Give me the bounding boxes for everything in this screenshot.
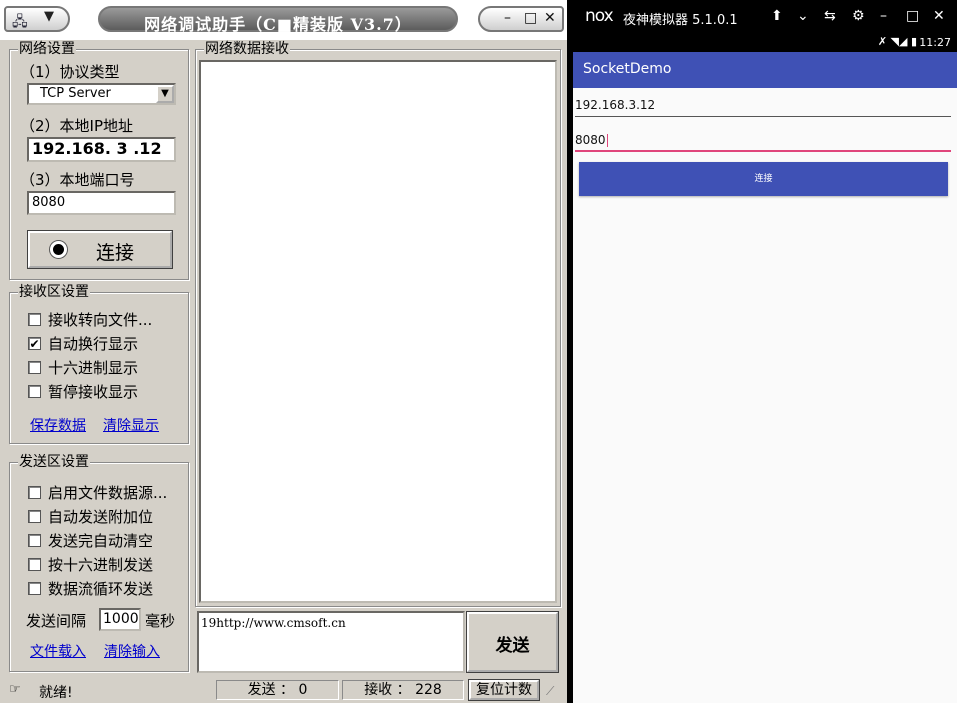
dropdown-arrow-icon[interactable]: ▼ (156, 85, 174, 103)
network-debug-window: 🖧 ▼ 网络调试助手（C■精装版 V3.7） – □ ✕ 网络设置 （1）协议类… (0, 0, 567, 703)
clock: 11:27 (919, 36, 951, 49)
checkbox-file-source[interactable]: 启用文件数据源... (28, 482, 167, 502)
protocol-select[interactable]: TCP Server ▼ (27, 83, 176, 105)
checkbox-box[interactable] (28, 360, 41, 374)
system-menu-button[interactable]: 🖧 ▼ (4, 6, 70, 32)
protocol-value: TCP Server (40, 86, 111, 101)
group-title: 接收区设置 (18, 284, 90, 300)
clear-display-link[interactable]: 清除显示 (103, 415, 159, 435)
checkbox-auto-clear[interactable]: 发送完自动清空 (28, 530, 153, 550)
port-value: 8080 (575, 133, 606, 147)
clear-input-link[interactable]: 清除输入 (104, 641, 160, 661)
connect-label: 连接 (96, 242, 135, 264)
send-interval-field[interactable]: 1000 (99, 608, 141, 631)
app-name: SocketDemo (583, 61, 672, 77)
sync-icon[interactable]: ⇆ (824, 8, 836, 24)
title-bar: 🖧 ▼ 网络调试助手（C■精装版 V3.7） – □ ✕ (0, 0, 567, 40)
send-text-area[interactable]: 19http://www.cmsoft.cn (197, 611, 465, 673)
connect-button[interactable]: 连接 (579, 162, 948, 196)
load-file-link[interactable]: 文件载入 (30, 641, 86, 661)
checkbox-loop-send[interactable]: 数据流循环发送 (28, 578, 153, 598)
checkbox-hex-send[interactable]: 按十六进制发送 (28, 554, 153, 574)
ready-icon: ☞ (9, 682, 21, 697)
checkbox-label: 启用文件数据源... (48, 483, 168, 502)
interval-unit-label: 毫秒 (145, 612, 176, 630)
nox-logo: nox (585, 6, 614, 26)
group-title: 网络数据接收 (204, 41, 290, 57)
checkbox-box[interactable] (28, 533, 41, 547)
nox-title-bar: nox 夜神模拟器 5.1.0.1 ⬆ ⌄ ⇆ ⚙ – □ ✕ (573, 0, 957, 34)
checkbox-box[interactable] (28, 312, 41, 326)
nox-title: 夜神模拟器 5.1.0.1 (623, 13, 738, 28)
app-bar: SocketDemo (573, 52, 957, 88)
close-icon[interactable]: ✕ (933, 8, 945, 24)
send-button[interactable]: 发送 (466, 611, 559, 673)
status-dot-icon (50, 241, 67, 258)
protocol-label: （1）协议类型 (20, 63, 120, 81)
checkbox-auto-wrap[interactable]: ✔ 自动换行显示 (28, 333, 138, 353)
send-label: 发送 (495, 636, 530, 656)
ip-address-field[interactable]: 192.168. 3 .12 (27, 137, 176, 162)
ip-label: （2）本地IP地址 (20, 117, 134, 135)
ip-value: 192.168.3.12 (575, 98, 656, 112)
pin-icon[interactable]: ⬆ (771, 8, 783, 24)
group-title: 发送区设置 (18, 454, 90, 470)
checkbox-label: 发送完自动清空 (48, 531, 154, 550)
receive-text-area[interactable] (199, 60, 557, 603)
checkbox-box[interactable] (28, 485, 41, 499)
android-status-bar: ✗ ◥◢ ▮ 11:27 (573, 34, 957, 52)
reset-count-button[interactable]: 复位计数 (468, 679, 540, 701)
chevron-down-icon: ▼ (44, 9, 54, 24)
send-interval-label: 发送间隔 (26, 612, 87, 630)
nox-emulator-window: nox 夜神模拟器 5.1.0.1 ⬆ ⌄ ⇆ ⚙ – □ ✕ ✗ ◥◢ ▮ 1… (573, 0, 957, 703)
minimize-icon[interactable]: – (504, 10, 511, 26)
checkbox-receive-to-file[interactable]: 接收转向文件... (28, 309, 152, 329)
checkbox-label: 按十六进制发送 (48, 555, 154, 574)
checkbox-label: 自动发送附加位 (48, 507, 154, 526)
maximize-icon[interactable]: □ (524, 10, 537, 26)
app-icon: 🖧 (12, 14, 28, 30)
received-count: 接收 ： 228 (342, 680, 464, 700)
checkbox-label: 十六进制显示 (48, 358, 139, 377)
group-title: 网络设置 (18, 41, 76, 57)
port-edit-text[interactable]: 8080 (575, 126, 951, 152)
checkbox-box[interactable] (28, 384, 41, 398)
checkbox-box[interactable] (28, 509, 41, 523)
checkbox-auto-append[interactable]: 自动发送附加位 (28, 506, 153, 526)
gear-icon[interactable]: ⚙ (852, 8, 865, 24)
ip-edit-text[interactable]: 192.168.3.12 (575, 91, 951, 117)
checkbox-label: 自动换行显示 (48, 334, 139, 353)
status-bar: ☞ 就绪! 发送 ： 0 接收 ： 228 复位计数 ⟋ (0, 676, 567, 703)
minimize-icon[interactable]: – (880, 8, 887, 24)
sent-count: 发送 ： 0 (216, 680, 339, 700)
maximize-icon[interactable]: □ (906, 8, 919, 24)
checkbox-label: 接收转向文件... (48, 310, 153, 329)
port-label: （3）本地端口号 (20, 171, 135, 189)
connect-button[interactable]: 连接 (27, 230, 173, 269)
title-capsule: 网络调试助手（C■精装版 V3.7） (98, 6, 458, 34)
window-title: 网络调试助手（C■精装版 V3.7） (144, 15, 412, 34)
window-controls: – □ ✕ (478, 6, 564, 32)
status-ready: 就绪! (39, 685, 73, 701)
checkbox-label: 暂停接收显示 (48, 382, 139, 401)
checkbox-box[interactable] (28, 557, 41, 571)
chevron-down-icon[interactable]: ⌄ (797, 8, 809, 24)
checkbox-label: 数据流循环发送 (48, 579, 154, 598)
save-data-link[interactable]: 保存数据 (30, 415, 86, 435)
checkbox-box[interactable] (28, 581, 41, 595)
close-icon[interactable]: ✕ (544, 10, 556, 26)
checkbox-pause-receive[interactable]: 暂停接收显示 (28, 381, 138, 401)
port-field[interactable]: 8080 (27, 191, 176, 215)
resize-grip-icon[interactable]: ⟋ (546, 684, 554, 699)
checkbox-hex-display[interactable]: 十六进制显示 (28, 357, 138, 377)
check-mark-icon[interactable]: ✔ (28, 336, 41, 350)
text-cursor (606, 134, 608, 147)
signal-battery-icon: ✗ ◥◢ ▮ (877, 35, 917, 48)
